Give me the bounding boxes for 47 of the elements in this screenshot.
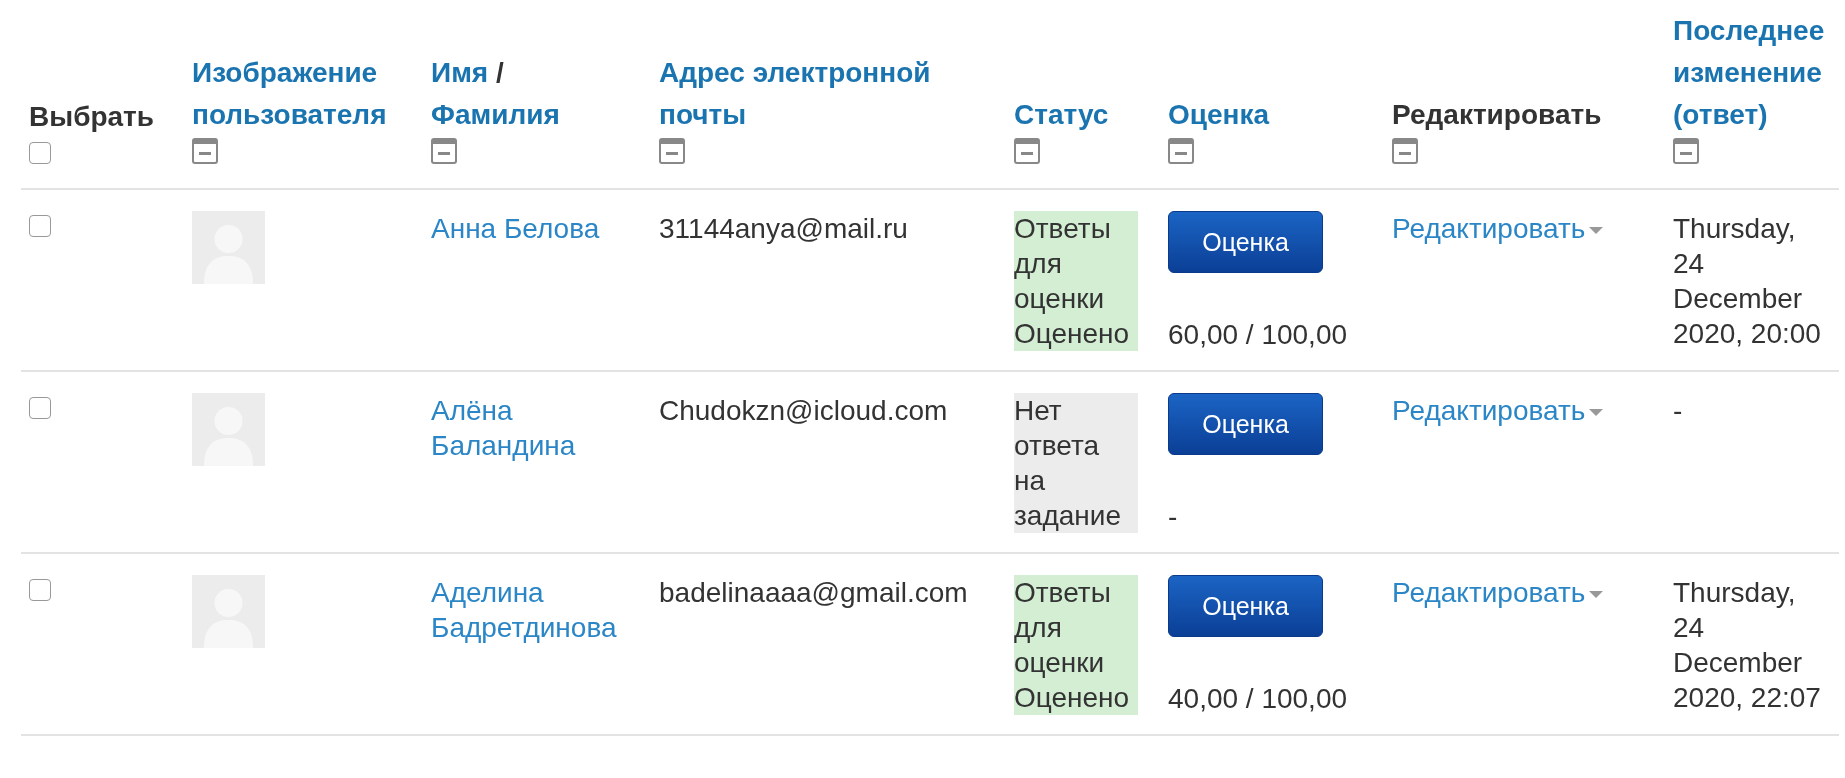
date-text: Thursday, 24 December 2020, 22:07 bbox=[1673, 576, 1822, 715]
checkbox[interactable] bbox=[29, 142, 51, 164]
email-text: badelinaaaa@gmail.com bbox=[659, 577, 968, 608]
date-text: - bbox=[1673, 394, 1684, 428]
status-label: Оценено bbox=[1014, 680, 1138, 715]
sort-link[interactable]: Имя bbox=[431, 57, 489, 88]
edit-menu-link[interactable]: Редактировать bbox=[1392, 213, 1586, 244]
grade-text: 40,00 / 100,00 bbox=[1168, 683, 1348, 714]
collapse-icon[interactable] bbox=[1673, 138, 1699, 164]
user-name-link[interactable]: Аделина Бадретдинова bbox=[431, 575, 643, 645]
caret-icon bbox=[1589, 591, 1604, 599]
collapse-icon[interactable] bbox=[1392, 138, 1418, 164]
column-header: Выбрать bbox=[29, 100, 156, 134]
caret-icon bbox=[1589, 227, 1604, 235]
caret-icon bbox=[1589, 409, 1604, 417]
user-name-link[interactable]: Алёна Баландина bbox=[431, 393, 643, 463]
status-label: Нет ответа на задание bbox=[1014, 393, 1138, 533]
column-header: Редактировать bbox=[1392, 98, 1603, 132]
grade-text: 60,00 / 100,00 bbox=[1168, 319, 1348, 350]
grade-button[interactable]: Оценка bbox=[1168, 393, 1323, 455]
email-text: 31144anya@mail.ru bbox=[659, 213, 908, 244]
checkbox[interactable] bbox=[29, 397, 51, 419]
sort-link[interactable]: Оценка bbox=[1168, 94, 1376, 136]
sort-link[interactable]: Изображение пользователя bbox=[192, 52, 415, 136]
sort-link[interactable]: Фамилия bbox=[431, 99, 560, 130]
checkbox[interactable] bbox=[29, 215, 51, 237]
status-label: Ответы для оценки bbox=[1014, 575, 1138, 680]
grade-button[interactable]: Оценка bbox=[1168, 211, 1323, 273]
grade-button[interactable]: Оценка bbox=[1168, 575, 1323, 637]
collapse-icon[interactable] bbox=[659, 138, 685, 164]
checkbox[interactable] bbox=[29, 579, 51, 601]
status-label: Ответы для оценки bbox=[1014, 211, 1138, 316]
collapse-icon[interactable] bbox=[431, 138, 457, 164]
email-text: Chudokzn@icloud.com bbox=[659, 395, 948, 426]
separator: / bbox=[495, 57, 504, 88]
grade-text: - bbox=[1168, 501, 1178, 532]
sort-link[interactable]: Адрес электронной почты bbox=[659, 52, 998, 136]
collapse-icon[interactable] bbox=[192, 138, 218, 164]
sort-link[interactable]: Статус bbox=[1014, 94, 1152, 136]
edit-menu-link[interactable]: Редактировать bbox=[1392, 577, 1586, 608]
status-label: Оценено bbox=[1014, 316, 1138, 351]
edit-menu-link[interactable]: Редактировать bbox=[1392, 395, 1586, 426]
user-name-link[interactable]: Анна Белова bbox=[431, 211, 600, 246]
sort-link[interactable]: Последнее изменение (ответ) bbox=[1673, 10, 1831, 136]
collapse-icon[interactable] bbox=[1014, 138, 1040, 164]
collapse-icon[interactable] bbox=[1168, 138, 1194, 164]
date-text: Thursday, 24 December 2020, 20:00 bbox=[1673, 212, 1822, 351]
